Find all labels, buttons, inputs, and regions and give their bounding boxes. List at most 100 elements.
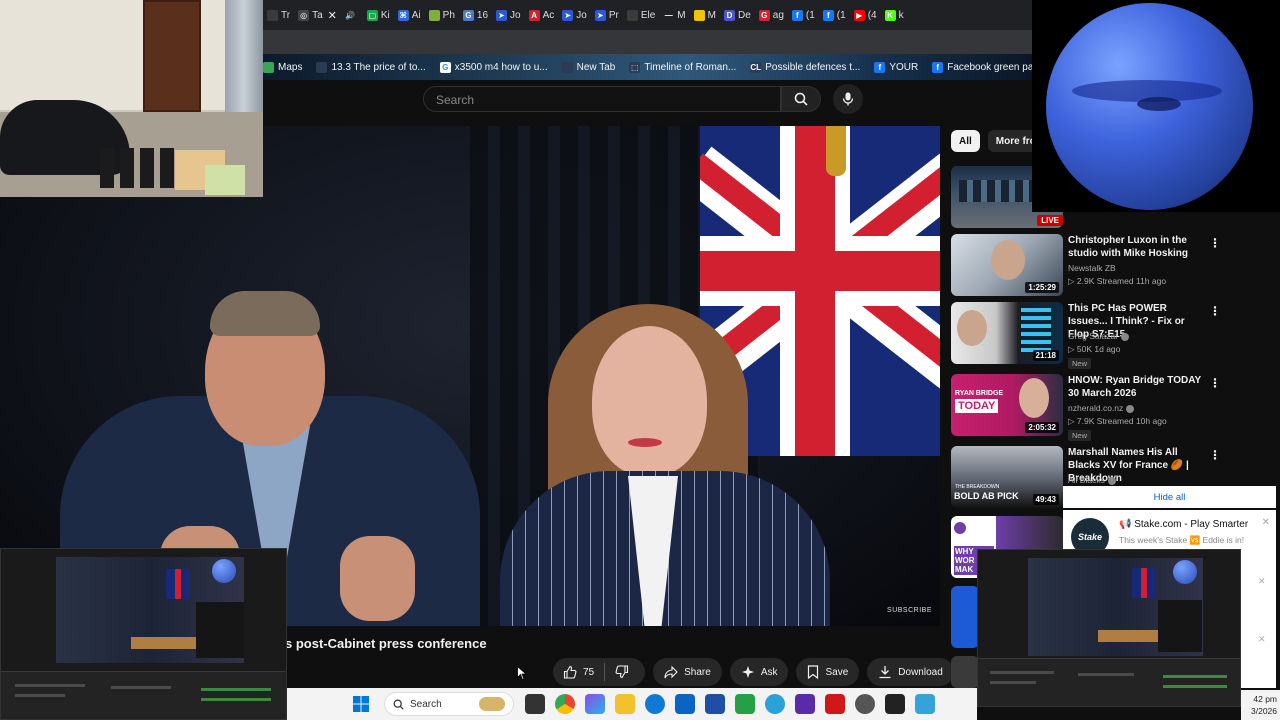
preview-canvas xyxy=(1028,558,1203,656)
obs-icon[interactable] xyxy=(885,694,905,714)
browser-tab[interactable]: ▢ Ki xyxy=(363,2,394,28)
save-button[interactable]: Save xyxy=(796,658,860,686)
download-button[interactable]: Download xyxy=(867,658,954,686)
outlook-icon[interactable] xyxy=(675,694,695,714)
edge-icon[interactable] xyxy=(645,694,665,714)
thumbnail-label: THE BREAKDOWN xyxy=(955,484,1000,490)
tab-close-icon[interactable]: ✕ xyxy=(328,9,337,22)
browser-toolbar xyxy=(263,30,1032,54)
tab-label: Jo xyxy=(510,9,521,21)
settings-icon[interactable] xyxy=(855,694,875,714)
dislike-button[interactable] xyxy=(605,658,645,686)
bookmark-label: New Tab xyxy=(576,61,616,73)
browser-tab[interactable]: 🔊 xyxy=(341,2,363,28)
file-explorer-icon[interactable] xyxy=(615,694,635,714)
bookmark-item[interactable]: CL Possible defences t... xyxy=(750,61,860,73)
telegram-icon[interactable] xyxy=(765,694,785,714)
bookmark-item[interactable]: ⬚ Timeline of Roman... xyxy=(629,61,736,73)
streaming-preview-right[interactable] xyxy=(977,549,1241,707)
chip-all[interactable]: All xyxy=(951,130,980,152)
video-thumbnail[interactable]: 1:25:29 xyxy=(951,234,1063,296)
video-thumbnail[interactable] xyxy=(951,656,979,688)
preview-dock xyxy=(978,658,1240,706)
browser-tab[interactable]: f (1 xyxy=(819,2,850,28)
planet-dark-spot xyxy=(1137,97,1181,111)
recommendation-item[interactable]: 1:25:29 Christopher Luxon in the studio … xyxy=(951,234,1231,296)
video-thumbnail[interactable]: THE BREAKDOWN BOLD AB PICK 49:43 xyxy=(951,446,1063,508)
streaming-preview-left[interactable] xyxy=(0,548,287,720)
channel-name[interactable]: nzherald.co.nz xyxy=(1068,403,1135,413)
green-app-icon[interactable] xyxy=(735,694,755,714)
more-options-icon[interactable]: ⋮ xyxy=(1209,304,1221,318)
tab-favicon-icon: f xyxy=(791,9,803,21)
monitor-app-icon[interactable] xyxy=(915,694,935,714)
browser-tab[interactable]: Tr xyxy=(263,2,294,28)
taskbar-search-input[interactable]: Search xyxy=(384,692,514,716)
browser-tab[interactable]: Ele xyxy=(623,2,659,28)
close-icon[interactable]: ✕ xyxy=(1258,576,1266,587)
channel-name[interactable]: Newstalk ZB xyxy=(1068,263,1116,273)
bookmark-item[interactable]: fFacebook green party xyxy=(932,61,1032,73)
ask-label: Ask xyxy=(760,666,778,678)
browser-tab[interactable]: ◎ Ta ✕ xyxy=(294,2,341,28)
browser-tab[interactable]: D De xyxy=(720,2,755,28)
thumbnail-pc xyxy=(1021,308,1051,352)
bookmark-item[interactable]: Maps xyxy=(263,61,302,73)
browser-tab[interactable]: — M xyxy=(659,2,689,28)
browser-tab[interactable]: M xyxy=(690,2,720,28)
thumbnail-label: TODAY xyxy=(955,399,999,413)
share-button[interactable]: Share xyxy=(653,658,722,686)
room-wall xyxy=(0,0,263,110)
browser-tab[interactable]: ➤ Pr xyxy=(591,2,623,28)
video-watermark[interactable]: SUBSCRIBE xyxy=(887,607,932,614)
channel-name[interactable]: Greg Salazar xyxy=(1068,331,1130,341)
browser-tab[interactable]: ▶ (4 xyxy=(850,2,881,28)
browser-tab[interactable]: Ph xyxy=(425,2,459,28)
task-view-icon[interactable] xyxy=(525,694,545,714)
copilot-icon[interactable] xyxy=(585,694,605,714)
hide-all-notifications-button[interactable]: Hide all xyxy=(1063,486,1276,508)
taskbar-clock[interactable]: 42 pm 3/2026 xyxy=(1241,690,1280,720)
verified-icon xyxy=(1121,332,1130,341)
more-options-icon[interactable]: ⋮ xyxy=(1209,376,1221,390)
store-icon[interactable] xyxy=(705,694,725,714)
share-label: Share xyxy=(684,666,711,678)
search-button[interactable] xyxy=(781,86,821,112)
chrome-icon[interactable] xyxy=(555,694,575,714)
search-input[interactable]: Search xyxy=(423,86,781,112)
browser-tab[interactable]: A Ac xyxy=(525,2,559,28)
recommendation-item[interactable]: 21:18 This PC Has POWER Issues... I Thin… xyxy=(951,302,1231,369)
browser-tab[interactable]: Kk xyxy=(881,2,908,28)
browser-tab[interactable]: Gag xyxy=(755,2,788,28)
browser-tab[interactable]: ⌘ Ai xyxy=(394,2,425,28)
tab-label: De xyxy=(737,9,751,21)
windows-start-button[interactable] xyxy=(351,694,371,714)
browser-tab[interactable]: f (1 xyxy=(788,2,819,28)
bookmark-item[interactable]: New Tab xyxy=(561,61,616,73)
bookmark-favicon-icon xyxy=(316,61,328,73)
browser-tab[interactable]: G 16 xyxy=(459,2,492,28)
recommendation-item[interactable]: RYAN BRIDGE TODAY 2:05:32 HNOW: Ryan Bri… xyxy=(951,374,1231,441)
bookmark-item[interactable]: 13.3 The price of to... xyxy=(316,61,426,73)
browser-tab[interactable]: ➤ Jo xyxy=(558,2,591,28)
red-app-icon[interactable] xyxy=(825,694,845,714)
recommendation-title[interactable]: Christopher Luxon in the studio with Mik… xyxy=(1068,234,1203,260)
video-thumbnail[interactable] xyxy=(951,586,979,648)
bookmark-item[interactable]: f YOUR xyxy=(874,61,918,73)
close-icon[interactable]: ✕ xyxy=(1258,634,1266,645)
purple-app-icon[interactable] xyxy=(795,694,815,714)
video-thumbnail[interactable]: 21:18 xyxy=(951,302,1063,364)
tab-favicon-icon: G xyxy=(758,9,770,21)
browser-tab[interactable]: ➤ Jo xyxy=(492,2,525,28)
close-icon[interactable]: ✕ xyxy=(1262,517,1270,528)
video-thumbnail[interactable]: RYAN BRIDGE TODAY 2:05:32 xyxy=(951,374,1063,436)
channel-name[interactable]: All Blacks xyxy=(1068,475,1116,485)
voice-search-button[interactable] xyxy=(833,84,863,114)
bookmark-item[interactable]: Gx3500 m4 how to u... xyxy=(439,61,548,73)
like-button[interactable]: 75 xyxy=(553,658,604,686)
ask-button[interactable]: Ask xyxy=(729,658,789,686)
new-badge: New xyxy=(1068,358,1092,369)
more-options-icon[interactable]: ⋮ xyxy=(1209,236,1221,250)
more-options-icon[interactable]: ⋮ xyxy=(1209,448,1221,462)
recommendation-title[interactable]: HNOW: Ryan Bridge TODAY 30 March 2026 xyxy=(1068,374,1203,400)
